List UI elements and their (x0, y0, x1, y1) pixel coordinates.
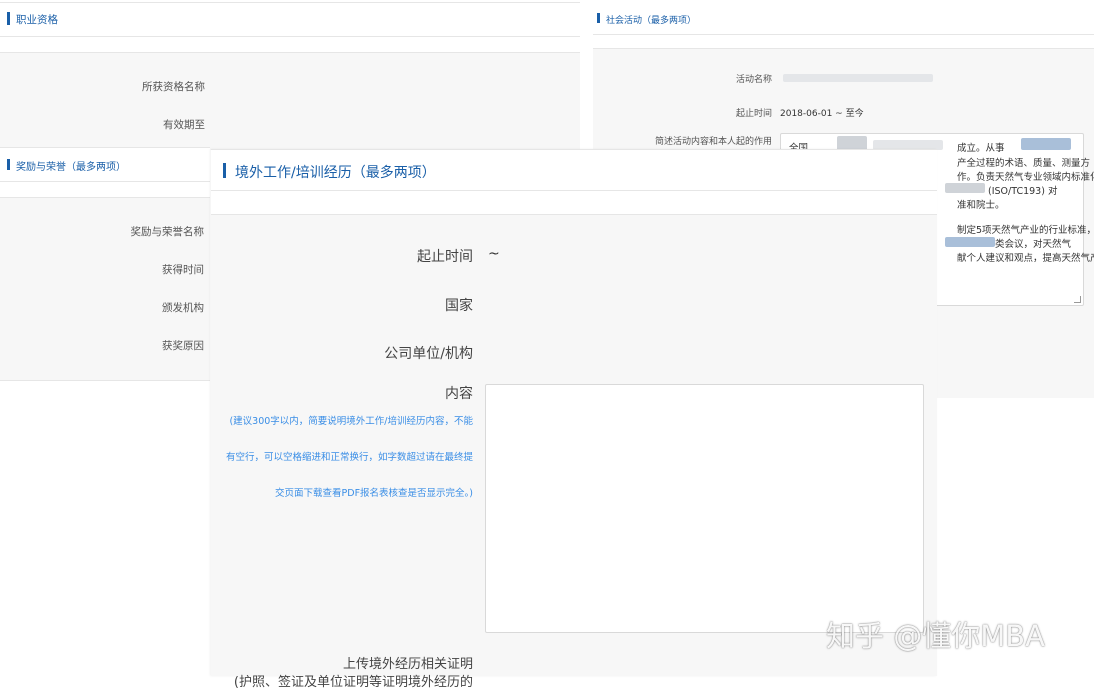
upload-proof-hint: (护照、签证及单位证明等证明境外经历的 (233, 675, 473, 690)
description-line: 准和院士。 (957, 200, 1005, 211)
accent-bar (7, 12, 10, 25)
description-line: 制定5项天然气产业的行业标准，并 (957, 225, 1094, 236)
start-time-value: 2018-06-01 ~ 至今 (780, 109, 864, 119)
watermark-text: 知乎 @懂你MBA (826, 619, 1045, 653)
panel-header: 奖励与荣誉（最多两项） (0, 147, 210, 182)
panel-title: 社会活动（最多两项） (606, 16, 697, 26)
panel-body: 所获资格名称 有效期至 (0, 53, 580, 150)
description-line: 作。负责天然气专业领域内标准化 (957, 172, 1094, 183)
content-label: 内容 (445, 386, 473, 402)
country-label: 国家 (445, 298, 473, 314)
activity-name-redacted (783, 74, 933, 82)
description-line: 类会议，对天然气 (995, 239, 1072, 250)
professional-qualification-panel: 职业资格 所获资格名称 有效期至 (0, 0, 580, 150)
company-label: 公司单位/机构 (384, 346, 473, 362)
period-label: 起止时间 (417, 249, 473, 265)
resize-handle[interactable] (1074, 296, 1081, 303)
panel-body: 起止时间 ~ 国家 公司单位/机构 内容 (建议300字以内，简要说明境外工作/… (211, 215, 937, 690)
start-time-label: 起止时间 (735, 109, 772, 119)
accent-bar (597, 13, 600, 23)
panel-header: 职业资格 (0, 2, 580, 37)
award-date-label: 获得时间 (162, 264, 204, 276)
redacted-text (945, 237, 995, 247)
description-line: 献个人建议和观点，提高天然气产 (957, 253, 1094, 264)
panel-body: 奖励与荣誉名称 获得时间 颁发机构 获奖原因 (0, 198, 210, 381)
panel-title: 境外工作/培训经历（最多两项） (235, 165, 436, 181)
period-value: ~ (488, 246, 500, 262)
description-line: 成立。从事 (957, 143, 1005, 154)
overseas-experience-panel: 境外工作/培训经历（最多两项） 起止时间 ~ 国家 公司单位/机构 内容 (建议… (211, 149, 937, 690)
description-label: 简述活动内容和本人起的作用 (654, 137, 772, 147)
panel-header: 社会活动（最多两项） (593, 0, 1094, 35)
accent-bar (223, 163, 226, 178)
panel-header: 境外工作/培训经历（最多两项） (211, 149, 937, 191)
upload-proof-label: 上传境外经历相关证明 (342, 657, 473, 672)
awards-panel: 奖励与荣誉（最多两项） 奖励与荣誉名称 获得时间 颁发机构 获奖原因 (0, 147, 210, 383)
content-textarea[interactable] (485, 384, 924, 633)
description-line: 产全过程的术语、质量、测量方 (957, 158, 1091, 169)
activity-name-label: 活动名称 (735, 75, 772, 85)
panel-title: 职业资格 (16, 14, 58, 26)
accent-bar (7, 159, 10, 170)
award-issuer-label: 颁发机构 (162, 302, 204, 314)
qualification-name-label: 所获资格名称 (142, 81, 205, 93)
award-name-label: 奖励与荣誉名称 (130, 226, 205, 238)
redacted-text (1021, 138, 1071, 150)
content-hint-line: (建议300字以内，简要说明境外工作/培训经历内容，不能 (229, 416, 473, 427)
award-reason-label: 获奖原因 (162, 340, 204, 352)
content-hint-line: 有空行，可以空格缩进和正常换行，如字数超过请在最终提 (225, 452, 473, 463)
content-hint-line: 交页面下载查看PDF报名表核查是否显示完全。) (275, 488, 473, 499)
redacted-text (945, 183, 985, 193)
description-line: (ISO/TC193) 对 (988, 186, 1058, 197)
valid-until-label: 有效期至 (163, 119, 205, 131)
panel-title: 奖励与荣誉（最多两项） (16, 162, 126, 173)
